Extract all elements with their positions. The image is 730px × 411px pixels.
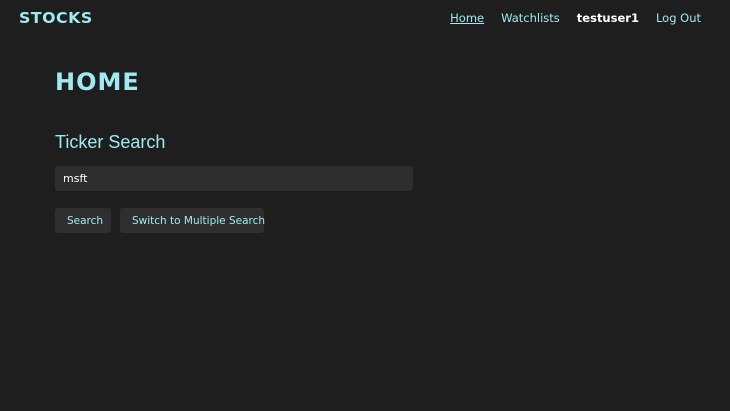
ticker-search-input[interactable]: [55, 166, 413, 191]
nav-watchlists-link[interactable]: Watchlists: [501, 11, 560, 25]
switch-multiple-search-button[interactable]: Switch to Multiple Search: [120, 208, 265, 233]
nav-user-link[interactable]: testuser1: [577, 11, 639, 25]
nav-logout-link[interactable]: Log Out: [656, 11, 701, 25]
nav-links: Home Watchlists testuser1 Log Out: [450, 11, 701, 25]
search-button[interactable]: Search: [55, 208, 111, 233]
brand-logo[interactable]: STOCKS: [19, 9, 93, 27]
page-title: HOME: [55, 68, 140, 96]
nav-home-link[interactable]: Home: [450, 11, 484, 25]
navbar: STOCKS Home Watchlists testuser1 Log Out: [0, 0, 730, 36]
ticker-search-heading: Ticker Search: [55, 132, 166, 152]
